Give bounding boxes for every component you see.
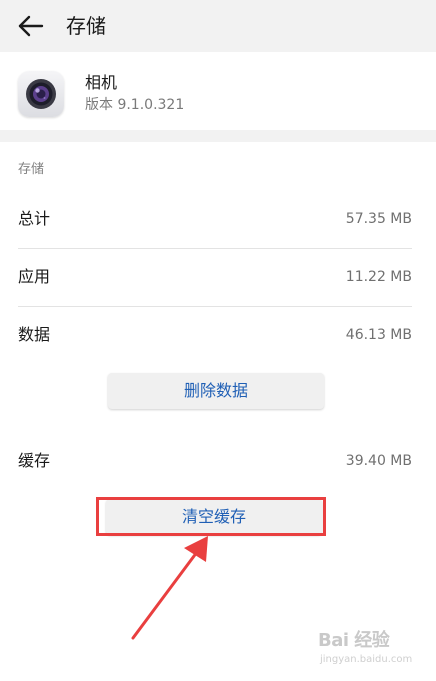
pointer-arrow-icon: [120, 530, 220, 645]
storage-section-label: 存储: [18, 162, 45, 177]
watermark-text: Bai 经验: [318, 630, 390, 651]
header-bar: 存储: [0, 0, 436, 52]
page-title: 存储: [66, 14, 106, 38]
back-button[interactable]: [14, 10, 48, 42]
row-value: 11.22 MB: [345, 269, 412, 285]
storage-row-data: 数据 46.13 MB: [18, 306, 412, 364]
app-version: 版本 9.1.0.321: [85, 97, 185, 113]
watermark-sub: jingyan.baidu.com: [320, 654, 413, 665]
app-info-card: 相机 版本 9.1.0.321: [0, 56, 430, 130]
camera-icon: [18, 71, 64, 117]
section-divider: [0, 130, 436, 142]
row-label: 应用: [18, 267, 51, 286]
app-name: 相机: [85, 73, 118, 92]
storage-row-total: 总计 57.35 MB: [18, 190, 412, 249]
baidu-watermark: Bai 经验 jingyan.baidu.com: [318, 626, 414, 670]
row-value: 46.13 MB: [345, 327, 412, 343]
row-value: 39.40 MB: [345, 453, 412, 469]
storage-row-app: 应用 11.22 MB: [18, 248, 412, 307]
storage-row-cache: 缓存 39.40 MB: [18, 432, 412, 490]
row-label: 总计: [18, 209, 51, 228]
back-arrow-icon: [18, 15, 44, 37]
delete-data-button[interactable]: 删除数据: [108, 373, 324, 409]
row-label: 数据: [18, 325, 51, 344]
row-label: 缓存: [18, 451, 51, 470]
row-value: 57.35 MB: [345, 211, 412, 227]
